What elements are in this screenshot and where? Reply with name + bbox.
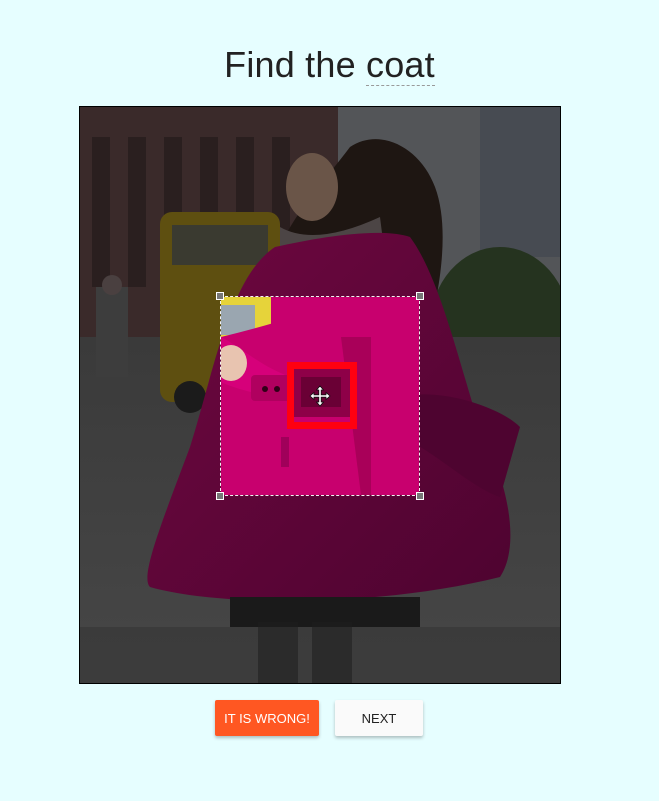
resize-handle-top-left[interactable] — [216, 292, 224, 300]
image-canvas[interactable] — [79, 106, 561, 684]
action-bar: IT IS WRONG! NEXT — [0, 700, 659, 736]
resize-handle-bottom-left[interactable] — [216, 492, 224, 500]
next-button[interactable]: NEXT — [335, 700, 423, 736]
resize-handle-top-right[interactable] — [416, 292, 424, 300]
wrong-button[interactable]: IT IS WRONG! — [215, 700, 319, 736]
title-prefix: Find the — [224, 44, 356, 85]
target-object-label: coat — [366, 44, 435, 86]
page-title: Find the coat — [0, 44, 659, 86]
resize-handle-bottom-right[interactable] — [416, 492, 424, 500]
move-icon[interactable] — [309, 385, 331, 407]
